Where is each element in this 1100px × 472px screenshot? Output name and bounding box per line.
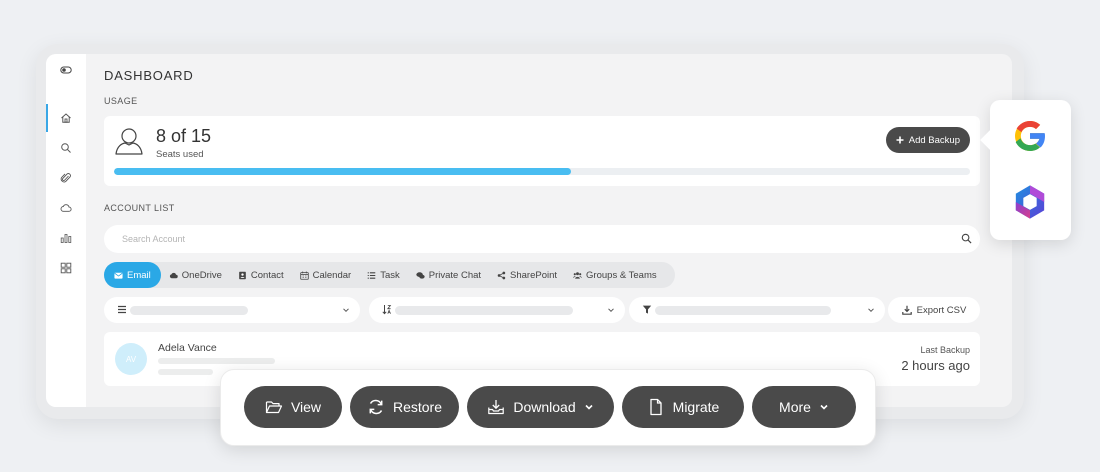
tab-label: Contact (250, 269, 284, 281)
tab-label: Email (127, 269, 151, 281)
tab-contact[interactable]: Contact (230, 262, 292, 288)
seats-progress-bar (114, 168, 970, 175)
bar-chart-icon[interactable] (46, 224, 86, 252)
tab-label: SharePoint (510, 269, 558, 281)
chat-icon (416, 271, 425, 279)
export-csv-button[interactable]: Export CSV (888, 297, 980, 323)
toggle-icon[interactable] (46, 56, 86, 84)
search-icon[interactable] (961, 233, 972, 244)
contact-card-icon (239, 271, 246, 279)
tab-label: Private Chat (428, 269, 482, 281)
search-input[interactable]: Search Account (104, 225, 980, 253)
restore-label: Restore (392, 399, 443, 415)
provider-popover (990, 100, 1071, 240)
add-backup-label: Add Backup (908, 134, 960, 146)
tab-label: Calendar (312, 269, 352, 281)
tab-task[interactable]: Task (359, 262, 408, 288)
sidebar (46, 54, 86, 407)
envelope-icon (114, 272, 123, 279)
app-screen: DASHBOARD USAGE 8 of 15 Seats used Add B… (46, 54, 1012, 407)
last-backup-label: Last Backup (920, 345, 970, 355)
chevron-down-icon (343, 308, 349, 313)
tab-groups-teams[interactable]: Groups & Teams (565, 262, 665, 288)
view-filter-dropdown[interactable] (104, 297, 360, 323)
user-icon (115, 128, 143, 155)
migrate-button[interactable]: Migrate (622, 386, 744, 428)
avatar: AV (115, 343, 147, 375)
tab-email[interactable]: Email (104, 262, 161, 288)
service-tabs: Email OneDrive Contact Calendar Task Pri… (104, 262, 675, 288)
usage-label: USAGE (104, 96, 138, 106)
chevron-down-icon (608, 308, 614, 313)
tab-onedrive[interactable]: OneDrive (161, 262, 230, 288)
more-button[interactable]: More (752, 386, 856, 428)
plus-icon (896, 136, 904, 144)
account-detail-placeholder (158, 358, 275, 364)
sort-dropdown[interactable] (369, 297, 625, 323)
page-title: DASHBOARD (104, 68, 194, 83)
filter-value-placeholder (130, 306, 248, 315)
search-placeholder: Search Account (122, 234, 186, 244)
download-tray-icon (488, 400, 505, 415)
seat-count: 8 of 15 (156, 126, 212, 146)
tab-label: Groups & Teams (586, 269, 657, 281)
restore-icon (369, 399, 383, 415)
cloud-icon[interactable] (46, 194, 86, 222)
sort-value-placeholder (395, 306, 573, 315)
cloud-icon (169, 272, 178, 278)
google-icon[interactable] (1010, 116, 1050, 156)
tab-label: OneDrive (181, 269, 222, 281)
chevron-down-icon (868, 308, 874, 313)
usage-card: 8 of 15 Seats used Add Backup (104, 116, 980, 186)
account-name: Adela Vance (158, 342, 217, 354)
chevron-down-icon (585, 404, 593, 410)
view-button[interactable]: View (244, 386, 342, 428)
more-label: More (779, 399, 811, 415)
list-icon (367, 271, 376, 279)
sort-icon (382, 305, 392, 315)
folder-open-icon (265, 401, 283, 414)
download-label: Download (513, 399, 576, 415)
users-icon (573, 271, 582, 279)
document-icon (650, 398, 662, 416)
migrate-label: Migrate (672, 399, 720, 415)
tab-sharepoint[interactable]: SharePoint (489, 262, 565, 288)
tab-calendar[interactable]: Calendar (292, 262, 360, 288)
paperclip-icon[interactable] (46, 164, 86, 192)
seat-label: Seats used (156, 149, 204, 160)
device-frame: DASHBOARD USAGE 8 of 15 Seats used Add B… (36, 44, 1024, 419)
seats-progress-fill (114, 168, 571, 175)
account-detail-placeholder (158, 369, 213, 375)
last-backup-value: 2 hours ago (901, 358, 970, 373)
calendar-icon (299, 271, 309, 280)
home-icon[interactable] (46, 104, 86, 132)
menu-icon (118, 305, 126, 314)
download-button[interactable]: Download (467, 386, 614, 428)
export-csv-label: Export CSV (916, 304, 967, 316)
download-icon (901, 305, 912, 315)
add-backup-button[interactable]: Add Backup (885, 127, 970, 153)
tab-private-chat[interactable]: Private Chat (408, 262, 489, 288)
microsoft-365-icon[interactable] (1010, 182, 1050, 222)
restore-button[interactable]: Restore (350, 386, 459, 428)
share-icon (497, 271, 506, 279)
grid-icon[interactable] (46, 254, 86, 282)
action-toolbar: View Restore Download Migrate More (220, 369, 876, 446)
funnel-value-placeholder (655, 306, 831, 315)
tab-label: Task (380, 269, 400, 281)
search-icon[interactable] (46, 134, 86, 162)
funnel-filter-dropdown[interactable] (629, 297, 885, 323)
funnel-icon (642, 305, 652, 314)
account-list-label: ACCOUNT LIST (104, 203, 175, 213)
chevron-down-icon (820, 404, 828, 410)
view-label: View (290, 399, 322, 415)
